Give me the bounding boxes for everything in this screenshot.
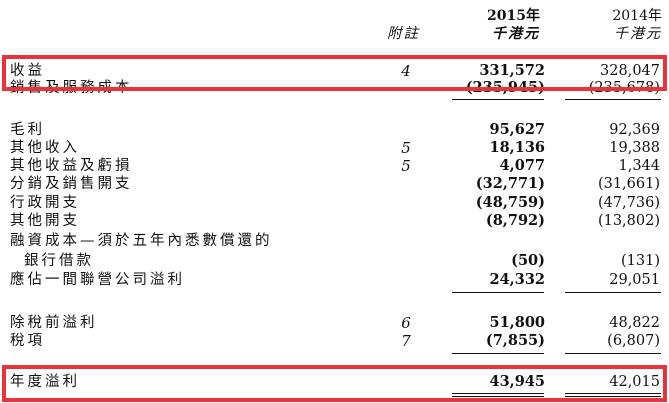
rule-2015-before-pbt: [452, 292, 544, 293]
row-2015-tax: (7,855): [485, 332, 545, 349]
row-2014-share-of-associate: 29,051: [609, 272, 660, 288]
row-note-tax: 7: [401, 332, 411, 350]
row-label-finance-costs: 融資成本—須於五年內悉數償還的: [10, 233, 273, 249]
row-label-gross-profit: 毛利: [10, 122, 45, 138]
row-label-share-of-associate: 應佔一間聯營公司溢利: [10, 272, 185, 288]
rule-2014-after-cost: [565, 99, 661, 100]
row-label-distribution: 分銷及銷售開支: [10, 176, 133, 192]
row-2015-other-expenses: (8,792): [485, 212, 545, 229]
row-2014-other-expenses: (13,802): [597, 213, 660, 229]
row-note-other-gains: 5: [401, 157, 411, 175]
revenue-highlight-box: [2, 55, 667, 91]
unit-2014-header: 千港元: [614, 26, 662, 42]
rule-2014-before-profit: [565, 353, 661, 354]
row-2015-gross-profit: 95,627: [489, 121, 546, 138]
row-label-bank-borrowings: 銀行借款: [24, 253, 94, 269]
row-2015-bank-borrowings: (50): [511, 252, 545, 269]
row-2014-other-income: 19,388: [609, 140, 660, 156]
year-2014-header: 2014年: [612, 8, 662, 24]
row-2014-tax: (6,807): [607, 333, 660, 349]
year-2015-header: 2015年: [487, 8, 540, 24]
unit-2015-header: 千港元: [492, 26, 540, 42]
row-2014-admin: (47,736): [597, 195, 660, 211]
rule-2015-after-cost: [452, 99, 544, 100]
note-column-header: 附註: [387, 26, 420, 42]
rule-2015-before-profit: [452, 353, 544, 354]
row-note-profit-before-tax: 6: [401, 314, 411, 332]
row-2014-profit-before-tax: 48,822: [609, 315, 660, 331]
rule-2014-before-pbt: [565, 292, 661, 293]
row-note-other-income: 5: [401, 139, 411, 157]
row-label-admin: 行政開支: [10, 195, 80, 211]
row-label-profit-before-tax: 除稅前溢利: [10, 315, 98, 331]
row-2014-distribution: (31,661): [597, 176, 660, 192]
row-2015-distribution: (32,771): [475, 175, 545, 192]
row-label-other-gains: 其他收益及虧損: [10, 158, 133, 174]
row-2014-gross-profit: 92,369: [609, 122, 660, 138]
row-2015-profit-before-tax: 51,800: [489, 314, 546, 331]
row-label-tax: 稅項: [10, 333, 45, 349]
profit-for-year-highlight-box: [2, 365, 667, 402]
row-2015-share-of-associate: 24,332: [489, 271, 546, 288]
row-label-other-income: 其他收入: [10, 140, 80, 156]
row-2015-other-gains: 4,077: [499, 157, 545, 174]
row-2015-other-income: 18,136: [489, 139, 546, 156]
row-2014-other-gains: 1,344: [618, 158, 660, 174]
row-2015-admin: (48,759): [475, 194, 545, 211]
row-label-other-expenses: 其他開支: [10, 213, 80, 229]
row-2014-bank-borrowings: (131): [621, 253, 660, 269]
